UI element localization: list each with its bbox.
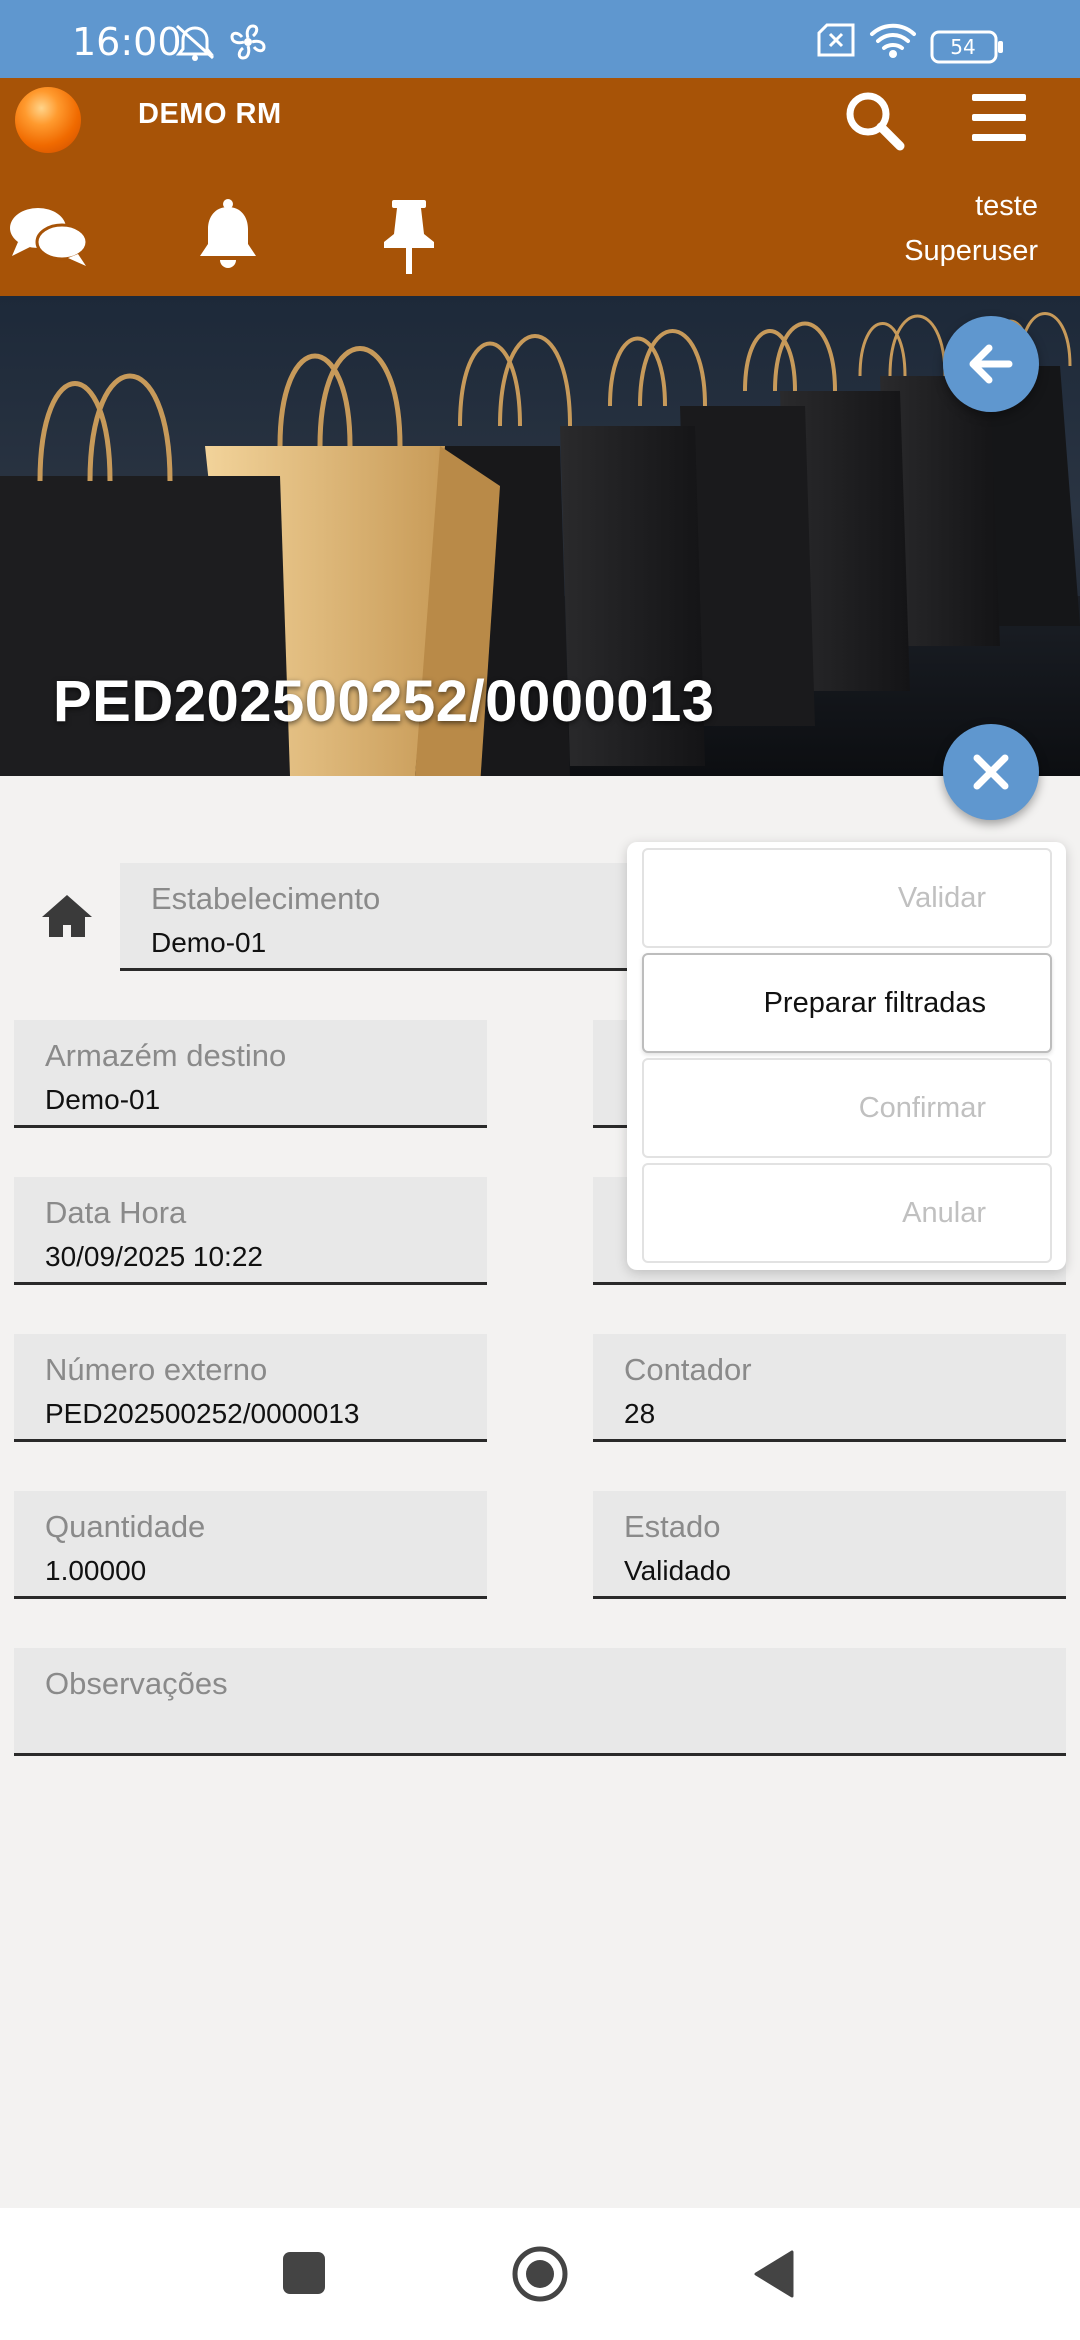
battery-icon: 54 xyxy=(930,30,1004,69)
app-header: DEMO RM teste Superuser xyxy=(0,78,1080,296)
status-bar: 16:00 54 xyxy=(0,0,1080,78)
user-name: teste xyxy=(975,190,1038,222)
field-value: Demo-01 xyxy=(45,1084,161,1115)
chat-icon[interactable] xyxy=(8,204,90,273)
home-icon xyxy=(40,893,94,944)
menu-item-validar: Validar xyxy=(642,848,1052,948)
alarm-off-icon xyxy=(172,22,218,67)
status-time: 16:00 xyxy=(72,20,182,64)
record-title: PED202500252/0000013 xyxy=(53,669,715,734)
field-value: Demo-01 xyxy=(151,927,267,958)
field-label: Contador xyxy=(624,1352,752,1387)
bell-icon[interactable] xyxy=(196,198,260,277)
header-banner: PED202500252/0000013 xyxy=(0,296,1080,776)
field-value: 30/09/2025 10:22 xyxy=(45,1241,263,1272)
menu-icon[interactable] xyxy=(972,92,1026,149)
estado-field[interactable]: Estado Validado xyxy=(593,1491,1066,1599)
estabelecimento-field[interactable]: Estabelecimento Demo-01 xyxy=(120,863,660,971)
field-label: Observações xyxy=(45,1666,228,1701)
back-button[interactable] xyxy=(943,316,1039,412)
observacoes-field[interactable]: Observações xyxy=(14,1648,1066,1756)
menu-item-confirmar: Confirmar xyxy=(642,1058,1052,1158)
numero-externo-field[interactable]: Número externo PED202500252/0000013 xyxy=(14,1334,487,1442)
menu-item-preparar-filtradas[interactable]: Preparar filtradas xyxy=(642,953,1052,1053)
close-actions-button[interactable] xyxy=(943,724,1039,820)
actions-menu: Validar Preparar filtradas Confirmar Anu… xyxy=(627,842,1066,1270)
pin-icon[interactable] xyxy=(380,200,438,281)
home-nav-icon[interactable] xyxy=(511,2245,569,2308)
field-label: Data Hora xyxy=(45,1195,187,1230)
field-label: Quantidade xyxy=(45,1509,206,1544)
quantidade-field[interactable]: Quantidade 1.00000 xyxy=(14,1491,487,1599)
field-value: PED202500252/0000013 xyxy=(45,1398,360,1429)
app-logo xyxy=(15,87,81,153)
field-value: Validado xyxy=(624,1555,731,1586)
sim-off-icon xyxy=(815,22,857,63)
data-hora-field[interactable]: Data Hora 30/09/2025 10:22 xyxy=(14,1177,487,1285)
field-value: 1.00000 xyxy=(45,1555,147,1586)
search-icon[interactable] xyxy=(842,88,906,157)
system-nav-bar xyxy=(0,2208,1080,2340)
field-value: 28 xyxy=(624,1398,656,1429)
arrow-left-icon xyxy=(969,344,1013,384)
armazem-destino-field[interactable]: Armazém destino Demo-01 xyxy=(14,1020,487,1128)
menu-item-anular: Anular xyxy=(642,1163,1052,1263)
recents-icon[interactable] xyxy=(283,2252,325,2299)
field-label: Estabelecimento xyxy=(151,881,381,916)
wifi-icon xyxy=(869,22,917,65)
close-icon xyxy=(973,754,1009,790)
battery-level: 54 xyxy=(950,35,975,59)
fan-icon xyxy=(228,22,268,67)
field-label: Estado xyxy=(624,1509,721,1544)
back-nav-icon[interactable] xyxy=(754,2250,794,2303)
contador-field[interactable]: Contador 28 xyxy=(593,1334,1066,1442)
field-label: Armazém destino xyxy=(45,1038,287,1073)
field-label: Número externo xyxy=(45,1352,268,1387)
user-role: Superuser xyxy=(904,235,1038,267)
app-title: DEMO RM xyxy=(138,98,282,130)
